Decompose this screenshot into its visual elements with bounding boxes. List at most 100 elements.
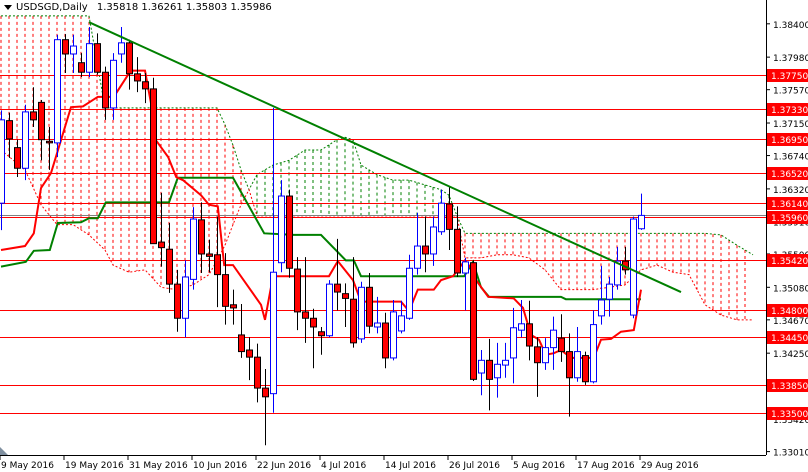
candle[interactable] [142, 73, 149, 104]
candle[interactable] [102, 66, 109, 120]
bear-candle-body [126, 42, 133, 75]
bear-candle-body [206, 253, 213, 257]
candle[interactable] [390, 300, 397, 361]
level-price-label: 1.33500 [771, 410, 808, 420]
level-price-label: 1.34450 [771, 334, 808, 344]
x-tick-label: 22 Jun 2016 [257, 461, 311, 471]
candle[interactable] [150, 77, 157, 245]
bull-candle-body [374, 322, 381, 328]
price-chart[interactable]: 1.38400 1.37980 1.37570 1.37150 1.36740 1.363… [0, 0, 808, 472]
candle[interactable] [350, 257, 357, 348]
chart-shift-marker-icon[interactable] [0, 447, 8, 455]
candle[interactable] [622, 246, 629, 275]
candle[interactable] [406, 254, 413, 320]
candle[interactable] [198, 202, 205, 274]
candle[interactable] [326, 280, 333, 338]
candle[interactable] [54, 34, 61, 158]
candle[interactable] [462, 257, 469, 311]
candle[interactable] [254, 343, 261, 403]
candle[interactable] [94, 33, 101, 75]
candle[interactable] [494, 342, 501, 398]
candle[interactable] [0, 110, 5, 231]
candle[interactable] [598, 265, 605, 325]
candle[interactable] [182, 260, 189, 338]
bear-candle-body [286, 195, 293, 269]
candle[interactable] [6, 112, 13, 158]
bull-candle-body [638, 214, 645, 230]
y-tick-label: 1.33010 [773, 449, 808, 459]
ohlc-readout: 1.35818 1.36261 1.35803 1.35986 [96, 2, 272, 13]
candle[interactable] [310, 308, 317, 369]
bull-candle-body [430, 226, 437, 255]
candle[interactable] [342, 283, 349, 327]
bear-candle-body [558, 337, 565, 353]
candle[interactable] [478, 350, 485, 396]
candle[interactable] [46, 126, 53, 170]
candle[interactable] [486, 338, 493, 411]
candle[interactable] [422, 216, 429, 273]
candle[interactable] [230, 289, 237, 325]
candle[interactable] [262, 369, 269, 446]
candle[interactable] [534, 337, 541, 397]
candle[interactable] [302, 257, 309, 343]
candle[interactable] [294, 257, 301, 331]
candle[interactable] [558, 314, 565, 362]
candle[interactable] [246, 337, 253, 381]
candle[interactable] [118, 26, 125, 63]
bear-candle-body [342, 293, 349, 299]
candle[interactable] [62, 34, 69, 74]
candle[interactable] [166, 223, 173, 293]
candle[interactable] [38, 100, 45, 161]
dropdown-triangle-icon[interactable] [4, 4, 12, 10]
candle[interactable] [190, 207, 197, 290]
candle[interactable] [286, 189, 293, 278]
candle[interactable] [590, 310, 597, 384]
candle[interactable] [582, 351, 589, 385]
level-price-label: 1.33850 [771, 382, 808, 392]
candle[interactable] [278, 180, 285, 273]
candle[interactable] [566, 333, 573, 417]
candle[interactable] [630, 216, 637, 319]
bear-candle-body [534, 346, 541, 364]
candle[interactable] [14, 139, 21, 177]
candle[interactable] [414, 212, 421, 275]
candle[interactable] [30, 87, 37, 127]
candle[interactable] [318, 326, 325, 355]
candle[interactable] [638, 193, 645, 230]
symbol-label: USDSGD,Daily [16, 2, 88, 13]
x-tick-label: 31 May 2016 [129, 461, 188, 471]
bull-candle-body [438, 202, 445, 233]
candle[interactable] [614, 246, 621, 290]
bear-candle-body [150, 88, 157, 245]
candle[interactable] [438, 189, 445, 235]
bull-candle-body [182, 276, 189, 319]
candle[interactable] [78, 53, 85, 77]
candle[interactable] [430, 216, 437, 266]
candle[interactable] [70, 34, 77, 74]
candle[interactable] [526, 300, 533, 361]
bear-candle-body [254, 356, 261, 389]
bear-candle-body [6, 120, 13, 140]
candle[interactable] [574, 326, 581, 382]
candle[interactable] [510, 307, 517, 384]
candle[interactable] [126, 39, 133, 90]
candle[interactable] [446, 187, 453, 250]
candle[interactable] [206, 239, 213, 273]
candle[interactable] [86, 26, 93, 77]
plot-area [0, 15, 766, 446]
downtrend-line[interactable] [88, 21, 682, 293]
candle[interactable] [470, 260, 477, 381]
candle[interactable] [502, 342, 509, 378]
bear-candle-body [446, 203, 453, 230]
candle[interactable] [454, 206, 461, 277]
bull-candle-body [462, 261, 469, 274]
bear-candle-body [46, 140, 53, 144]
candle[interactable] [542, 338, 549, 370]
candle[interactable] [238, 303, 245, 358]
candle[interactable] [550, 316, 557, 370]
candle[interactable] [366, 273, 373, 334]
candle[interactable] [134, 57, 141, 93]
candle[interactable] [382, 312, 389, 369]
candle[interactable] [174, 269, 181, 332]
candle[interactable] [358, 281, 365, 343]
